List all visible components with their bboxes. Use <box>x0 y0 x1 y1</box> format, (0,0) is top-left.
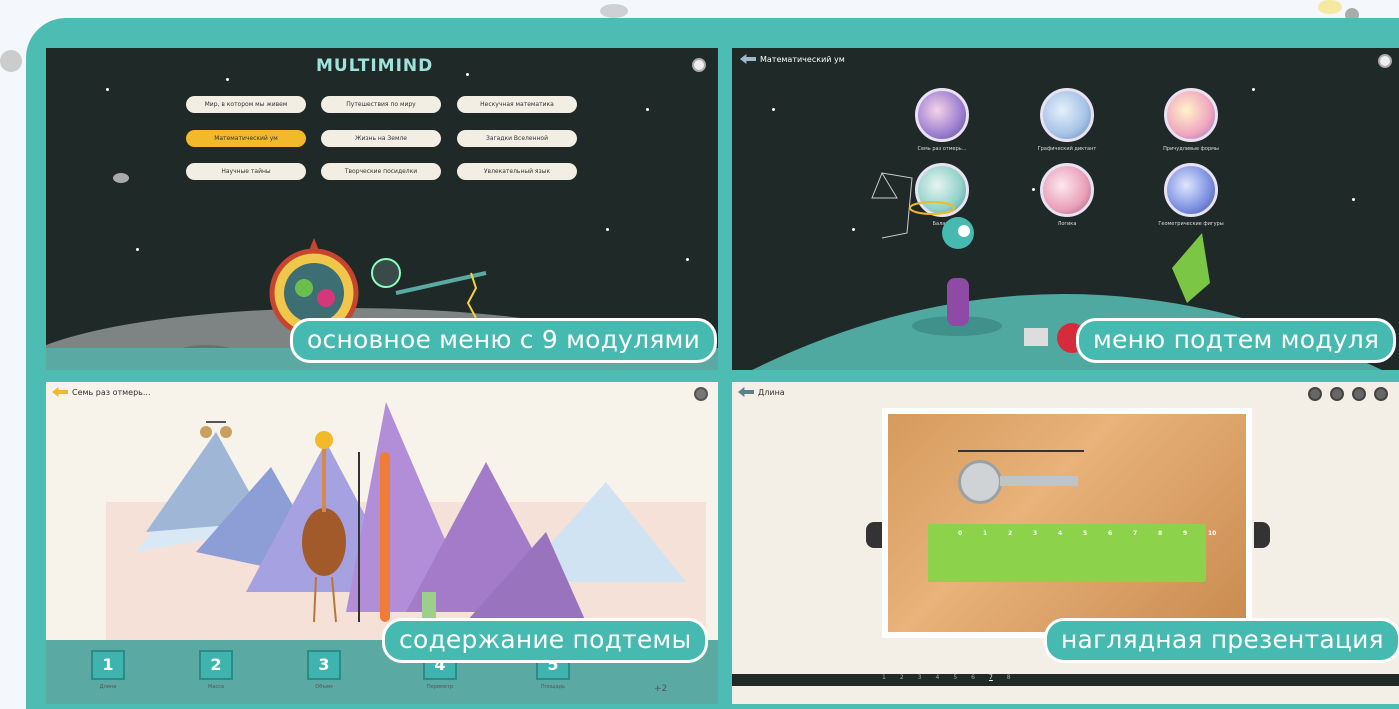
topic-content-panel: Семь раз отмерь... 1 Длина 2 Масса 3 Объ… <box>46 382 718 704</box>
caption-content: содержание подтемы <box>382 618 709 663</box>
ruler-tick-label: 10 <box>1208 530 1217 537</box>
slide-card <box>882 408 1252 638</box>
page-number[interactable]: 8 <box>1007 674 1011 681</box>
ruler-tick-label: 0 <box>958 530 963 537</box>
ruler-tick-label: 6 <box>1108 530 1113 537</box>
presentation-panel: Длина 1 2 3 4 5 6 7 8 наглядная презента… <box>732 382 1399 704</box>
pager-numbers: 1 2 3 4 5 6 7 8 <box>882 674 1011 681</box>
ruler-tick-label: 7 <box>1133 530 1138 537</box>
page-number[interactable]: 4 <box>935 674 939 681</box>
ruler-tick-label: 4 <box>1058 530 1063 537</box>
key-image <box>958 460 1002 504</box>
step-label: Масса <box>208 684 224 690</box>
page-number[interactable]: 1 <box>882 674 886 681</box>
key-blade <box>1000 476 1078 486</box>
slide-title: Длина <box>758 387 785 397</box>
caption-main-menu: основное меню с 9 модулями <box>290 318 718 363</box>
step-button[interactable]: 3 <box>307 650 341 680</box>
menu-icon[interactable] <box>1374 387 1388 401</box>
submenu-panel: Математический ум Семь раз отмерь... Гра… <box>732 48 1399 370</box>
bg-circle <box>600 4 628 18</box>
ruler-tick-label: 8 <box>1158 530 1163 537</box>
more-steps-count[interactable]: +2 <box>654 684 667 694</box>
main-menu-panel: MULTIMIND Мир, в котором мы живем Путеше… <box>46 48 718 370</box>
step-label: Периметр <box>426 684 454 690</box>
bg-circle <box>1318 0 1342 14</box>
step-label: Объем <box>315 684 333 690</box>
page-number[interactable]: 3 <box>918 674 922 681</box>
ruler-tick-label: 5 <box>1083 530 1088 537</box>
page-number[interactable]: 5 <box>953 674 957 681</box>
back-arrow-icon[interactable] <box>738 387 754 397</box>
sound-icon[interactable] <box>1308 387 1322 401</box>
page-number[interactable]: 2 <box>900 674 904 681</box>
ruler-tick-label: 9 <box>1183 530 1188 537</box>
measure-line <box>958 450 1084 452</box>
step-button[interactable]: 2 <box>199 650 233 680</box>
ruler-tick-label: 3 <box>1033 530 1038 537</box>
pager-bar <box>732 674 1399 686</box>
caption-presentation: наглядная презентация <box>1044 618 1399 663</box>
back-nav[interactable]: Длина <box>738 387 785 397</box>
settings-icon[interactable] <box>1352 387 1366 401</box>
step-label: Площадь <box>540 684 566 690</box>
ruler-tick-label: 2 <box>1008 530 1013 537</box>
next-slide-button[interactable] <box>1254 522 1270 548</box>
caption-submenu: меню подтем модуля <box>1076 318 1397 363</box>
step-button[interactable]: 1 <box>91 650 125 680</box>
ruler-tick-label: 1 <box>983 530 988 537</box>
step-label: Длина <box>99 684 117 690</box>
refresh-icon[interactable] <box>1330 387 1344 401</box>
wood-board <box>888 414 1246 632</box>
page-number-current[interactable]: 7 <box>989 674 993 681</box>
prev-slide-button[interactable] <box>866 522 882 548</box>
bg-circle <box>0 50 22 72</box>
ruler-tick-labels: 0 1 2 3 4 5 6 7 8 9 10 <box>958 530 1218 542</box>
page-number[interactable]: 6 <box>971 674 975 681</box>
